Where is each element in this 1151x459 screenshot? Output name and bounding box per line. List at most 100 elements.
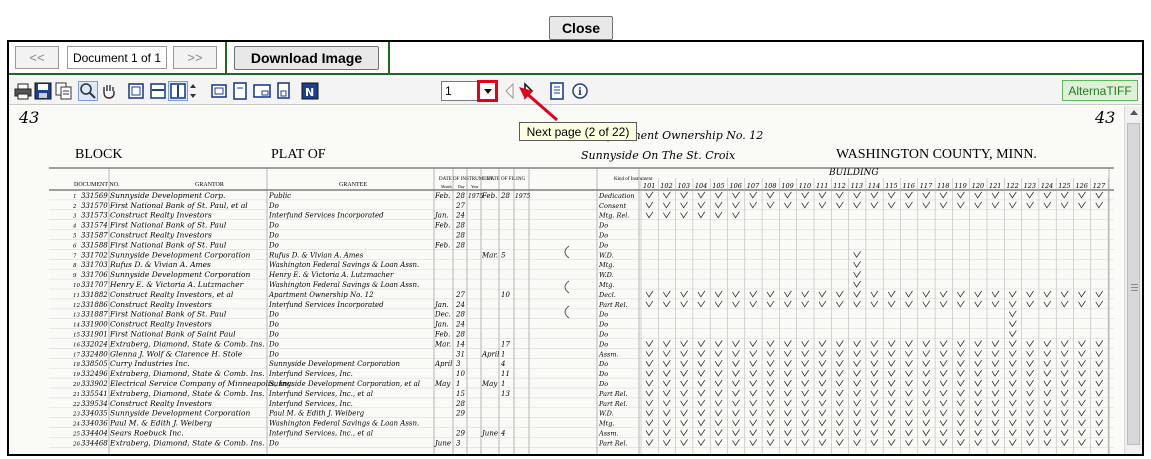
cell-grantee: Washington Federal Savings & Loan Assn. (269, 420, 419, 428)
cell-document-no: 331900 (81, 321, 108, 329)
unit-number: 121 (989, 182, 1001, 190)
fit-height-icon[interactable] (168, 81, 188, 101)
cell-document-no: 331706 (81, 271, 108, 279)
scroll-up-icon[interactable] (1129, 108, 1139, 118)
page-dropdown-icon[interactable] (477, 80, 498, 102)
cell-grantor: Rufus D. & Vivian A. Ames (109, 260, 211, 269)
cell-day: 24 (455, 301, 465, 309)
cell-kind: Do (598, 380, 608, 388)
cell-document-no: 339534 (81, 400, 108, 408)
row-number: 10 (73, 283, 80, 289)
cell-month: Feb. (434, 331, 450, 339)
nav-divider (388, 42, 390, 73)
row-number: 23 (72, 412, 80, 418)
unit-number: 106 (730, 182, 742, 190)
cell-grantor: Electrical Service Company of Minneapoli… (109, 379, 293, 388)
thumbnail-icon[interactable] (252, 81, 272, 101)
cell-filing-year: 1975 (515, 193, 530, 200)
fit-width-icon[interactable] (148, 81, 168, 101)
alternatiff-brand[interactable]: AlternaTIFF (1062, 80, 1138, 101)
cell-month: Jan. (433, 321, 449, 329)
cell-grantee: Washington Federal Savings & Loan Assn. (269, 261, 419, 269)
zoom-icon[interactable] (78, 81, 98, 101)
cell-month: Mar. (434, 340, 451, 348)
cell-document-no: 332024 (81, 340, 108, 348)
cell-document-no: 331703 (81, 261, 108, 269)
cell-grantee: Interfund Services, Inc., et al (268, 390, 373, 398)
cell-grantor: First National Bank of St. Paul (109, 240, 227, 249)
vertical-scrollbar[interactable] (1124, 106, 1142, 454)
cell-kind: Do (598, 360, 608, 368)
multi-page-icon[interactable] (273, 81, 293, 101)
unit-number: 127 (1093, 182, 1106, 190)
cell-month: Feb. (434, 222, 450, 230)
cell-filing-day: 4 (500, 360, 505, 368)
invert-icon[interactable]: N (300, 81, 320, 101)
cell-grantor: Sunnyside Development Corporation (110, 250, 250, 259)
close-button[interactable]: Close (549, 16, 613, 40)
cell-document-no: 331882 (81, 291, 108, 299)
cell-grantee: Interfund Services, Inc. (268, 400, 353, 408)
cell-kind: Mtg. (598, 281, 615, 289)
prev-document-button[interactable]: << (15, 46, 59, 69)
save-icon[interactable] (33, 81, 53, 101)
unit-number: 115 (885, 182, 897, 190)
cell-grantee: Do (268, 340, 279, 348)
row-number: 21 (72, 392, 80, 398)
cell-document-no: 334035 (81, 410, 108, 418)
info-icon[interactable]: i (570, 81, 590, 101)
cell-day: 3 (456, 439, 461, 447)
cell-document-no: 331570 (81, 202, 108, 210)
print-icon[interactable] (13, 81, 33, 101)
grip-line (1131, 287, 1138, 288)
unit-number: 103 (678, 182, 690, 190)
cell-day: 31 (456, 350, 465, 358)
viewer-toolbar: N 1 i AlternaTIFF (9, 77, 1142, 105)
fit-page-icon[interactable] (126, 81, 146, 101)
row-number: 22 (72, 402, 80, 408)
cell-month: Jan. (433, 212, 449, 220)
row-number: 8 (73, 263, 77, 269)
row-number: 1 (73, 194, 77, 200)
cell-day: 29 (455, 410, 465, 418)
cell-document-no: 334404 (81, 430, 108, 438)
column-grantor: GRANTOR (195, 182, 224, 188)
cell-document-no: 334036 (81, 420, 108, 428)
next-document-button[interactable]: >> (173, 46, 217, 69)
row-number: 7 (73, 253, 77, 259)
page-number-input[interactable]: 1 (441, 81, 479, 101)
svg-text:N: N (305, 86, 314, 99)
download-image-button[interactable]: Download Image (234, 46, 379, 70)
cell-grantor: Extraberg, Diamond, State & Comb. Ins. (109, 438, 265, 447)
cell-filing-month: Mar. (481, 251, 498, 259)
unit-number: 123 (1024, 182, 1036, 190)
cell-grantor: First National Bank of St. Paul (109, 310, 227, 319)
cell-grantee: Do (268, 321, 279, 329)
cell-month: Feb. (434, 241, 450, 249)
row-number: 12 (73, 303, 80, 309)
row-number: 3 (73, 214, 77, 220)
cell-kind: Part Rel. (598, 390, 628, 398)
unit-number: 118 (937, 182, 949, 190)
cell-document-no: 331573 (81, 212, 108, 220)
zoom-stepper-icon[interactable] (187, 81, 199, 101)
document-image[interactable]: 43 43 BLOCK PLAT OF Apartment Ownership … (9, 106, 1123, 454)
single-page-icon[interactable] (209, 81, 229, 101)
column-date-filing: DATE OF FILING (487, 177, 525, 182)
cell-kind: Do (598, 241, 608, 249)
row-number: 17 (73, 352, 80, 358)
unit-number: 124 (1041, 182, 1053, 190)
location-label: WASHINGTON COUNTY, MINN. (836, 147, 1037, 162)
cell-month: April (434, 360, 452, 368)
cell-grantor: Sunnyside Development Corp. (110, 191, 225, 200)
pan-hand-icon[interactable] (99, 81, 119, 101)
copy-icon[interactable] (54, 81, 74, 101)
row-number: 18 (73, 362, 80, 368)
cell-document-no: 331574 (81, 222, 108, 230)
page-icon[interactable] (230, 81, 250, 101)
unit-number: 102 (660, 182, 672, 190)
scroll-thumb[interactable] (1127, 123, 1140, 445)
cell-document-no: 331588 (81, 241, 108, 249)
unit-number: 120 (972, 182, 984, 190)
cell-filing-month: May (481, 380, 498, 388)
